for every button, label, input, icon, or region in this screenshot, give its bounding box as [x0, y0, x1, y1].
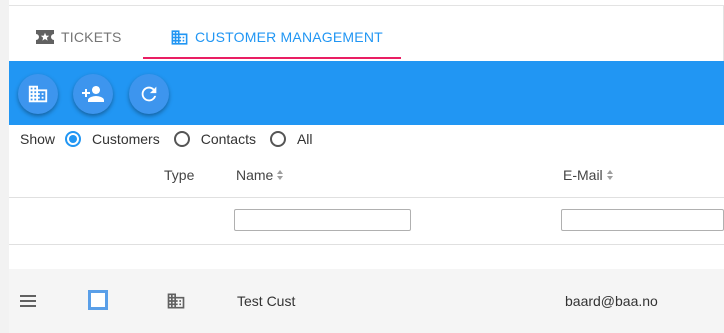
- header-divider: [9, 5, 724, 6]
- active-tab-indicator: [143, 57, 401, 59]
- column-filter-row: [9, 198, 724, 245]
- radio-all[interactable]: All: [269, 131, 321, 147]
- radio-contacts-label: Contacts: [200, 131, 256, 147]
- column-header-name[interactable]: Name: [236, 167, 284, 183]
- radio-contacts[interactable]: Contacts: [173, 131, 264, 147]
- show-label: Show: [20, 131, 56, 147]
- email-filter-input[interactable]: [561, 209, 724, 231]
- table-header: Type Name E-Mail: [9, 153, 724, 198]
- add-customer-button[interactable]: [18, 74, 58, 114]
- left-edge: [0, 0, 9, 333]
- column-header-type[interactable]: Type: [164, 167, 194, 183]
- building-icon: [27, 83, 49, 105]
- name-filter-input[interactable]: [234, 209, 411, 231]
- column-header-email[interactable]: E-Mail: [563, 167, 614, 183]
- sort-icon: [277, 170, 284, 180]
- row-select-checkbox[interactable]: [88, 290, 108, 310]
- table-row[interactable]: Test Cust baard@baa.no: [9, 269, 724, 333]
- radio-unchecked-indicator: [173, 131, 190, 147]
- add-person-icon: [81, 82, 105, 106]
- show-filter-bar: Show Customers Contacts All: [9, 125, 724, 153]
- refresh-button[interactable]: [129, 74, 169, 114]
- radio-checked-indicator: [65, 131, 82, 147]
- radio-all-label: All: [296, 131, 313, 147]
- add-contact-button[interactable]: [73, 74, 113, 114]
- drag-handle-icon[interactable]: [20, 294, 36, 310]
- building-icon: [170, 28, 189, 47]
- tab-customer-management-label: CUSTOMER MANAGEMENT: [195, 29, 383, 45]
- tab-tickets-label: TICKETS: [61, 29, 122, 45]
- column-type-label: Type: [164, 167, 195, 183]
- building-icon: [166, 291, 186, 314]
- customer-table: Type Name E-Mail Test Cust baard@baa.no: [9, 153, 724, 333]
- tab-tickets[interactable]: TICKETS: [35, 26, 122, 48]
- refresh-icon: [138, 83, 160, 105]
- ticket-star-icon: [35, 29, 55, 45]
- column-email-label: E-Mail: [563, 167, 603, 183]
- row-email-cell: baard@baa.no: [565, 293, 658, 309]
- radio-customers[interactable]: Customers: [65, 131, 168, 147]
- radio-customers-label: Customers: [92, 131, 160, 147]
- tab-customer-management[interactable]: CUSTOMER MANAGEMENT: [170, 26, 383, 48]
- sort-icon: [606, 170, 614, 180]
- row-name-cell: Test Cust: [237, 293, 296, 309]
- column-name-label: Name: [236, 167, 274, 183]
- radio-unchecked-indicator: [269, 131, 286, 147]
- action-toolbar: [9, 61, 724, 125]
